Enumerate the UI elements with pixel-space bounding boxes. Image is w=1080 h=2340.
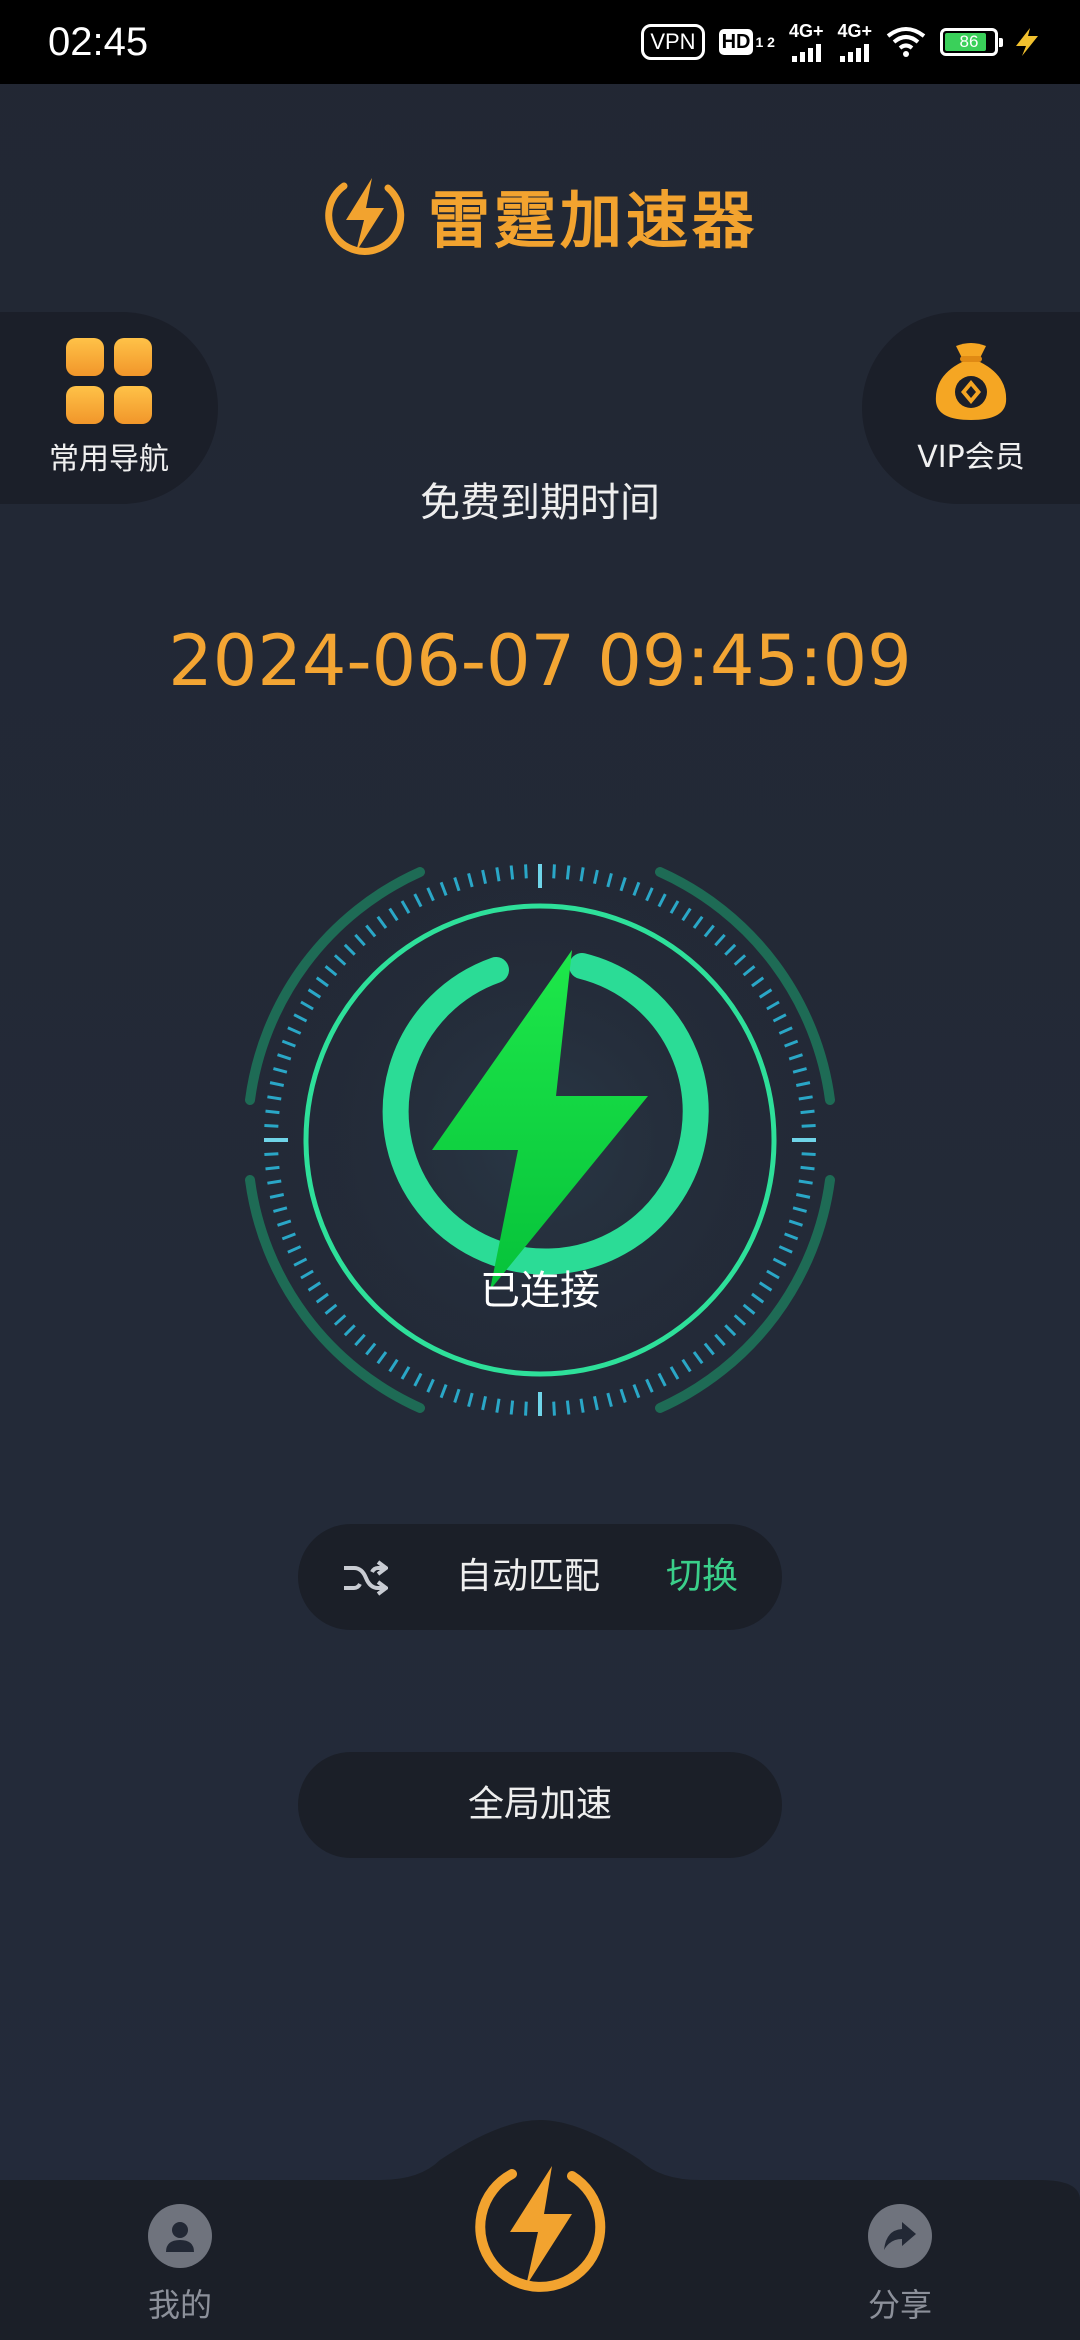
switch-mode-link[interactable]: 切换 <box>666 1524 738 1630</box>
signal-icon-2: 4G+ <box>837 22 872 62</box>
vpn-badge: VPN <box>641 24 705 60</box>
dial-tick <box>524 864 528 879</box>
dial-graphic <box>240 840 840 1440</box>
nav-me-label: 我的 <box>147 2286 212 2324</box>
accelerate-tab-button[interactable] <box>472 2158 608 2294</box>
dial-tick <box>552 864 556 879</box>
wifi-icon <box>886 27 926 57</box>
connect-dial[interactable] <box>200 800 880 1480</box>
status-time: 02:45 <box>48 20 149 64</box>
profile-icon <box>148 2204 212 2268</box>
mode-selector[interactable]: 自动匹配 切换 <box>298 1524 782 1630</box>
shuffle-icon <box>344 1560 388 1596</box>
hd-badge: HD 1 2 <box>718 29 775 55</box>
dial-tick <box>265 1109 280 1115</box>
app-title: 雷霆加速器 <box>427 184 758 257</box>
expiry-time: 2024-06-07 09:45:09 <box>168 620 912 702</box>
bottom-nav: 我的 分享 <box>0 2120 1080 2340</box>
dial-tick <box>552 1401 556 1416</box>
battery-icon: 86 <box>940 28 1003 56</box>
status-icons: VPN HD 1 2 4G+ 4G+ 86 <box>641 20 1042 64</box>
lightning-icon <box>325 178 405 255</box>
dial-tick <box>800 1109 815 1115</box>
grid-icon <box>66 338 152 424</box>
share-icon <box>868 2204 932 2268</box>
hd-label: HD <box>718 29 754 55</box>
mode-label: 自动匹配 <box>456 1556 601 1597</box>
app-screen: 02:45 VPN HD 1 2 4G+ 4G+ 86 雷霆加速器 常用导航 V… <box>0 0 1080 2340</box>
battery-level: 86 <box>959 32 979 51</box>
dial-tick <box>265 1165 280 1171</box>
app-header: 雷霆加速器 <box>0 170 1080 260</box>
dial-tick <box>264 1152 279 1156</box>
dial-tick <box>800 1165 815 1171</box>
dial-tick <box>264 1124 279 1128</box>
charging-icon <box>1016 28 1038 56</box>
status-bar: 02:45 VPN HD 1 2 4G+ 4G+ 86 <box>0 0 1080 84</box>
dial-tick <box>801 1152 816 1156</box>
nav-share[interactable]: 分享 <box>820 2204 980 2326</box>
signal-icon-1: 4G+ <box>788 21 824 62</box>
nav-share-label: 分享 <box>867 2286 932 2324</box>
connection-status: 已连接 <box>480 1268 600 1314</box>
global-accelerate-label: 全局加速 <box>467 1784 612 1825</box>
expiry-label: 免费到期时间 <box>420 480 660 526</box>
hd-sub-label: 1 2 <box>755 34 775 50</box>
network-type-2: 4G+ <box>837 21 872 41</box>
dial-tick <box>565 1400 571 1415</box>
money-bag-icon <box>935 343 1007 420</box>
network-type-1: 4G+ <box>788 21 824 41</box>
dial-tick <box>524 1401 528 1416</box>
dial-tick <box>565 865 571 880</box>
dial-tick <box>509 1400 515 1415</box>
lightning-tab-icon <box>475 2166 606 2292</box>
dial-tick <box>801 1124 816 1128</box>
dial-tick <box>509 865 515 880</box>
global-accelerate-button[interactable]: 全局加速 <box>298 1752 782 1858</box>
nav-me[interactable]: 我的 <box>100 2204 260 2326</box>
